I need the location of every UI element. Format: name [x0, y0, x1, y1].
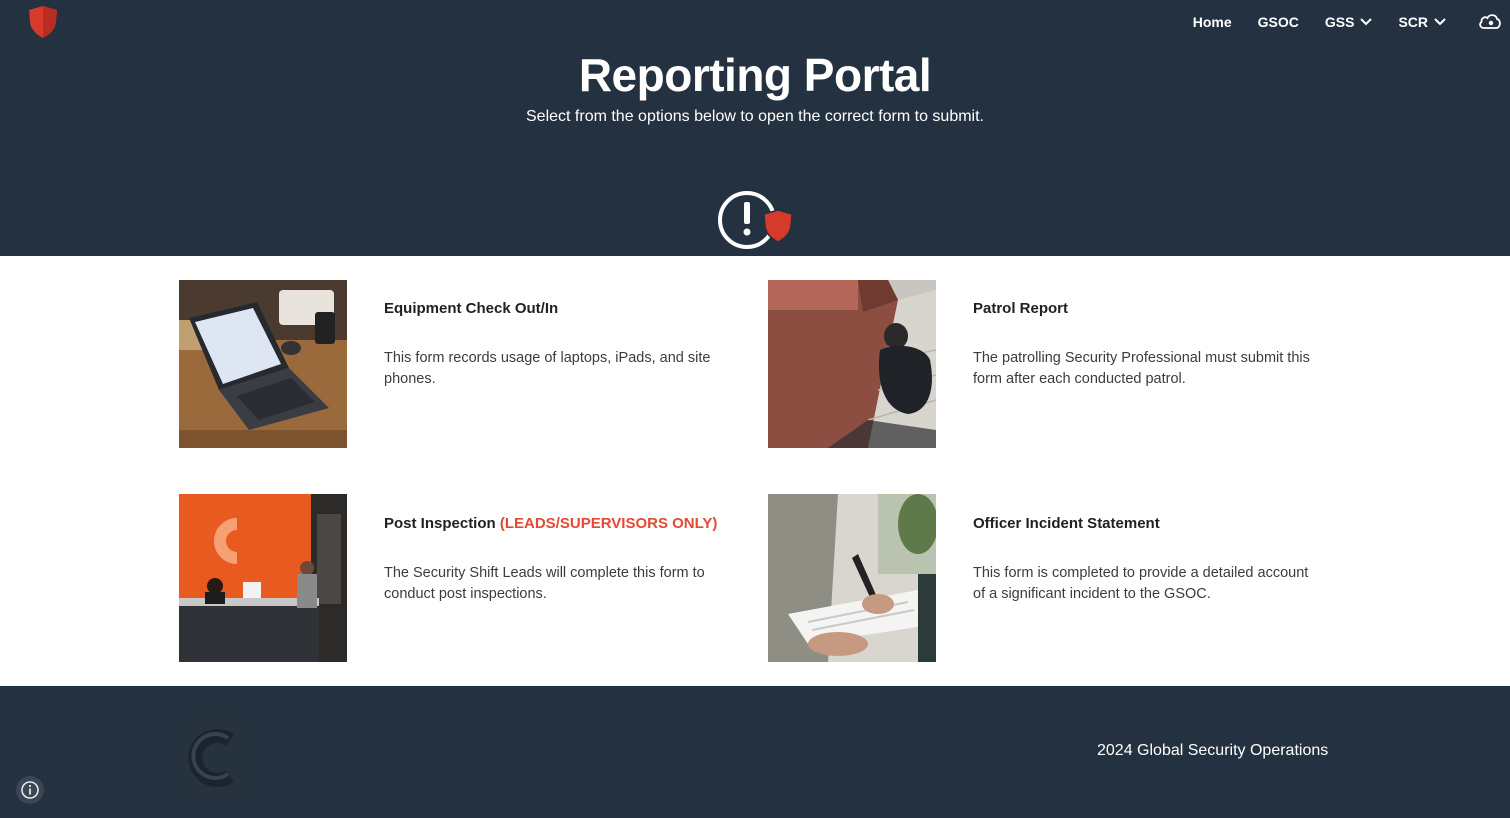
- post-inspection-image[interactable]: [179, 494, 347, 662]
- card-title: Equipment Check Out/In: [384, 300, 559, 317]
- card-description: This form records usage of laptops, iPad…: [384, 350, 711, 387]
- footer: 2024 Global Security Operations: [0, 686, 1510, 818]
- card-restriction-badge: (LEADS/SUPERVISORS ONLY): [499, 515, 718, 532]
- nav-gsoc[interactable]: GSOC: [1258, 14, 1299, 30]
- alert-shield-icon: [718, 191, 793, 249]
- top-nav: Home GSOC GSS SCR: [1193, 0, 1510, 44]
- cloud-account-icon[interactable]: [1478, 12, 1502, 32]
- hero-banner: Home GSOC GSS SCR Reporting Portal Selec…: [0, 0, 1510, 256]
- chevron-down-icon: [1434, 18, 1446, 26]
- nav-scr[interactable]: SCR: [1398, 14, 1446, 30]
- card-description: The Security Shift Leads will complete t…: [384, 565, 705, 602]
- nav-home[interactable]: Home: [1193, 14, 1232, 30]
- card-description: The patrolling Security Professional mus…: [973, 350, 1310, 387]
- footer-copyright: 2024 Global Security Operations: [1097, 742, 1329, 759]
- shield-logo-icon[interactable]: [25, 4, 61, 40]
- card-title: Post Inspection: [384, 515, 496, 532]
- card-title: Patrol Report: [973, 300, 1069, 317]
- patrol-image[interactable]: [768, 280, 936, 448]
- page-subtitle: Select from the options below to open th…: [526, 108, 984, 125]
- info-button[interactable]: [16, 776, 44, 804]
- nav-gss[interactable]: GSS: [1325, 14, 1373, 30]
- incident-statement-image[interactable]: [768, 494, 936, 662]
- page-title: Reporting Portal: [578, 49, 932, 101]
- card-title: Officer Incident Statement: [973, 515, 1160, 532]
- info-icon: [21, 781, 39, 799]
- chevron-down-icon: [1360, 18, 1373, 26]
- equipment-image[interactable]: [179, 280, 347, 448]
- footer-logo-icon: [178, 710, 250, 800]
- card-description: This form is completed to provide a deta…: [973, 565, 1309, 602]
